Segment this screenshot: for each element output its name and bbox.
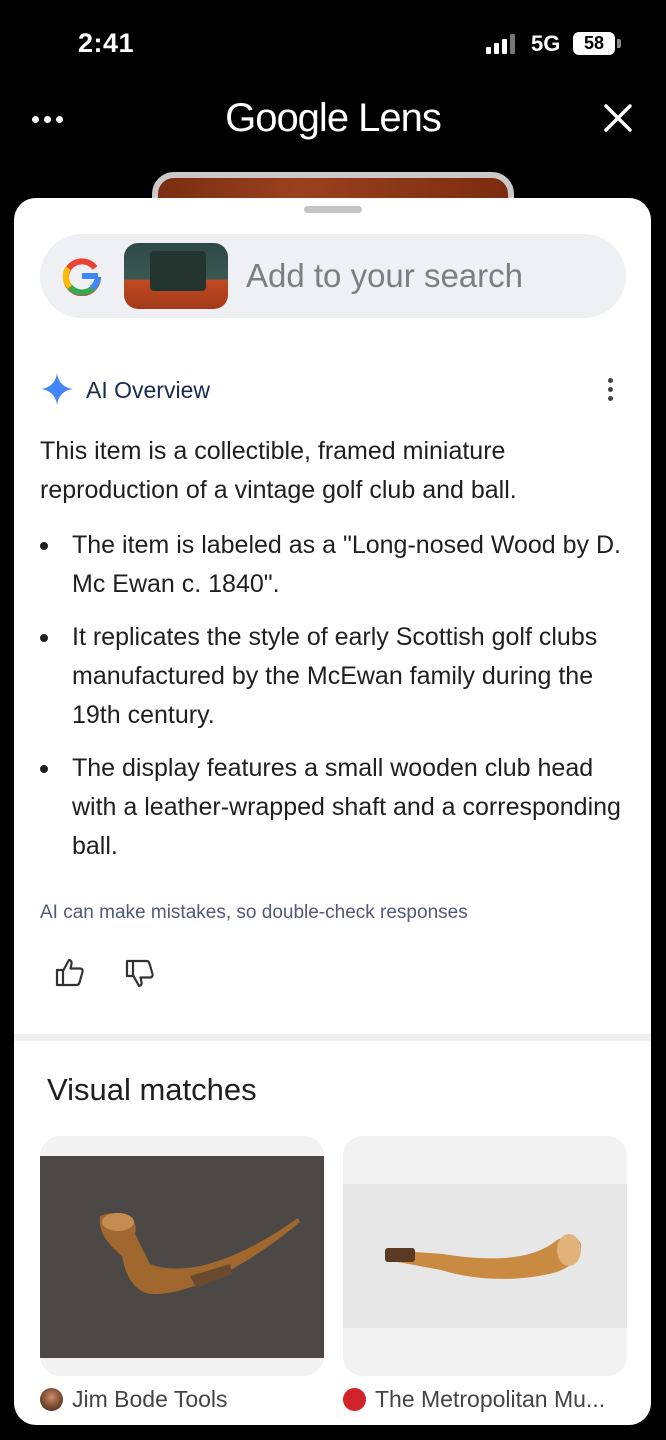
results-sheet: Add to your search AI Overview This item… xyxy=(14,198,651,1425)
bullet-item: The display features a small wooden club… xyxy=(40,749,630,866)
ai-overview-header: AI Overview xyxy=(40,372,630,408)
ai-overview-bullets: The item is labeled as a "Long-nosed Woo… xyxy=(40,526,630,866)
status-time: 2:41 xyxy=(78,28,135,58)
kebab-dot xyxy=(608,387,613,392)
source-label: Jim Bode Tools xyxy=(72,1386,228,1412)
bullet-item: It replicates the style of early Scottis… xyxy=(40,618,630,735)
app-title: Google Lens xyxy=(225,96,442,140)
network-label: 5G xyxy=(531,31,561,56)
ai-overview-menu-button[interactable] xyxy=(600,374,620,406)
match-image xyxy=(343,1184,627,1328)
ai-disclaimer: AI can make mistakes, so double-check re… xyxy=(40,902,468,923)
ai-overview-title: AI Overview xyxy=(86,377,210,403)
status-bar: 2:41 5G 58 xyxy=(0,0,666,88)
source-favicon-icon xyxy=(40,1388,63,1411)
ai-overview-body: This item is a collectible, framed minia… xyxy=(40,432,630,880)
section-divider xyxy=(14,1034,651,1041)
visual-match-card[interactable] xyxy=(343,1136,627,1376)
thumbnail-club xyxy=(150,251,206,291)
ai-overview-intro: This item is a collectible, framed minia… xyxy=(40,437,517,504)
search-placeholder: Add to your search xyxy=(246,257,523,294)
kebab-dot xyxy=(608,378,613,383)
search-bar[interactable]: Add to your search xyxy=(40,234,626,318)
battery-tip xyxy=(617,39,621,48)
search-image-thumbnail[interactable] xyxy=(124,243,228,309)
source-label: The Metropolitan Mu... xyxy=(375,1386,606,1412)
battery-icon: 58 xyxy=(573,32,615,55)
lens-header: Google Lens xyxy=(0,88,666,178)
kebab-dot xyxy=(608,396,613,401)
google-logo-icon xyxy=(62,258,102,296)
thumbs-down-icon[interactable] xyxy=(124,958,156,990)
drag-handle[interactable] xyxy=(304,206,362,213)
close-icon[interactable] xyxy=(600,100,636,136)
bullet-item: The item is labeled as a "Long-nosed Woo… xyxy=(40,526,630,604)
signal-icon xyxy=(486,34,515,54)
visual-match-card[interactable] xyxy=(40,1136,324,1376)
met-favicon-icon xyxy=(343,1388,366,1411)
sparkle-icon xyxy=(41,373,73,405)
visual-matches-title: Visual matches xyxy=(47,1072,257,1107)
thumbs-up-icon[interactable] xyxy=(54,956,86,988)
match-image xyxy=(40,1156,324,1358)
